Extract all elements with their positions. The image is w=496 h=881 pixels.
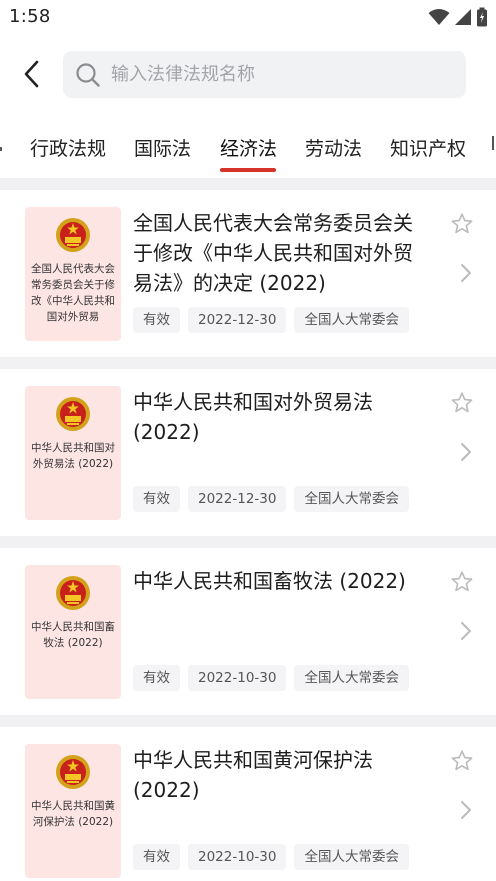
status-icons (428, 7, 488, 27)
date-badge: 2022-10-30 (188, 844, 287, 870)
law-meta: 有效 2022-10-30 全国人大常委会 (133, 665, 409, 691)
status-badge: 有效 (133, 844, 180, 870)
law-thumbnail: 全国人民代表大会常务委员会关于修改《中华人民共和国对外贸易 (25, 207, 121, 341)
tab-labor-law[interactable]: 劳动法 (305, 134, 362, 161)
search-input[interactable] (111, 64, 411, 85)
tab-intellectual-property[interactable]: 知识产权 (390, 134, 466, 161)
status-badge: 有效 (133, 307, 180, 333)
law-title[interactable]: 中华人民共和国对外贸易法 (2022) (133, 387, 428, 447)
law-title[interactable]: 中华人民共和国畜牧法 (2022) (133, 566, 428, 596)
law-thumbnail: 中华人民共和国黄河保护法 (2022) (25, 744, 121, 878)
law-title[interactable]: 中华人民共和国黄河保护法 (2022) (133, 745, 428, 805)
star-outline-icon[interactable] (450, 749, 474, 773)
national-emblem-icon (56, 397, 90, 431)
tab-edge-left[interactable] (0, 132, 2, 158)
tab-economic-law[interactable]: 经济法 (220, 134, 277, 161)
issuer-badge: 全国人大常委会 (294, 665, 409, 691)
chevron-right-icon[interactable] (459, 263, 473, 283)
law-meta: 有效 2022-12-30 全国人大常委会 (133, 486, 409, 512)
law-thumbnail-text: 中华人民共和国对外贸易法 (2022) (31, 442, 115, 470)
wifi-icon (428, 9, 450, 25)
law-meta: 有效 2022-12-30 全国人大常委会 (133, 307, 409, 333)
issuer-badge: 全国人大常委会 (294, 844, 409, 870)
date-badge: 2022-12-30 (188, 486, 287, 512)
law-thumbnail: 中华人民共和国对外贸易法 (2022) (25, 386, 121, 520)
law-thumbnail-text: 中华人民共和国畜牧法 (2022) (31, 621, 115, 649)
section-divider (0, 357, 496, 369)
law-list-item[interactable]: 全国人民代表大会常务委员会关于修改《中华人民共和国对外贸易 全国人民代表大会常务… (0, 190, 496, 357)
section-divider (0, 536, 496, 548)
law-meta: 有效 2022-10-30 全国人大常委会 (133, 844, 409, 870)
star-outline-icon[interactable] (450, 570, 474, 594)
status-time: 1:58 (9, 6, 51, 27)
section-divider (0, 715, 496, 727)
category-tabs: 行政法规 国际法 经济法 劳动法 知识产权 (0, 118, 496, 178)
law-title[interactable]: 全国人民代表大会常务委员会关于修改《中华人民共和国对外贸易法》的决定 (2022… (133, 208, 428, 298)
search-bar[interactable] (63, 51, 466, 98)
tab-admin-regulations[interactable]: 行政法规 (30, 134, 106, 161)
star-outline-icon[interactable] (450, 391, 474, 415)
chevron-right-icon[interactable] (459, 621, 473, 641)
issuer-badge: 全国人大常委会 (294, 486, 409, 512)
law-list-item[interactable]: 中华人民共和国黄河保护法 (2022) 中华人民共和国黄河保护法 (2022) … (0, 727, 496, 881)
national-emblem-icon (56, 755, 90, 789)
battery-icon (477, 7, 487, 27)
law-thumbnail: 中华人民共和国畜牧法 (2022) (25, 565, 121, 699)
chevron-right-icon[interactable] (459, 800, 473, 820)
star-outline-icon[interactable] (450, 212, 474, 236)
back-button[interactable] (14, 56, 48, 92)
chevron-right-icon[interactable] (459, 442, 473, 462)
search-icon (75, 62, 101, 88)
law-thumbnail-text: 中华人民共和国黄河保护法 (2022) (31, 800, 115, 828)
status-badge: 有效 (133, 486, 180, 512)
section-divider (0, 178, 496, 190)
back-arrow-icon (24, 60, 39, 88)
law-list-item[interactable]: 中华人民共和国畜牧法 (2022) 中华人民共和国畜牧法 (2022) 有效 2… (0, 548, 496, 715)
tab-international-law[interactable]: 国际法 (134, 134, 191, 161)
law-list-item[interactable]: 中华人民共和国对外贸易法 (2022) 中华人民共和国对外贸易法 (2022) … (0, 369, 496, 536)
signal-icon (455, 9, 471, 25)
law-thumbnail-text: 全国人民代表大会常务委员会关于修改《中华人民共和国对外贸易 (31, 263, 115, 323)
active-tab-indicator (220, 168, 276, 172)
tab-edge-right[interactable] (490, 132, 496, 158)
national-emblem-icon (56, 576, 90, 610)
date-badge: 2022-12-30 (188, 307, 287, 333)
national-emblem-icon (56, 218, 90, 252)
date-badge: 2022-10-30 (188, 665, 287, 691)
status-bar: 1:58 (0, 0, 496, 34)
status-badge: 有效 (133, 665, 180, 691)
issuer-badge: 全国人大常委会 (294, 307, 409, 333)
